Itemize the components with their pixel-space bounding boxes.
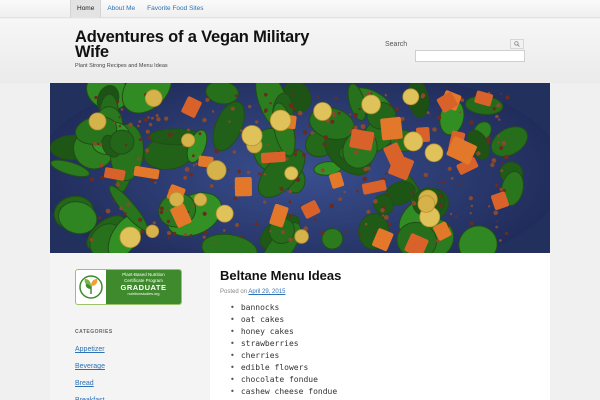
main-content: Plant-Based Nutrition Certificate Progra… bbox=[50, 253, 550, 400]
plant-icon bbox=[79, 275, 103, 299]
search-button[interactable] bbox=[510, 39, 524, 49]
categories-heading: CATEGORIES bbox=[75, 329, 113, 335]
badge-url: nutritionstudies.org bbox=[127, 292, 160, 296]
list-item: edible flowers bbox=[230, 362, 337, 374]
list-item: honey cakes bbox=[230, 326, 337, 338]
site-title[interactable]: Adventures of a Vegan Military Wife bbox=[75, 29, 335, 61]
list-item: bannocks bbox=[230, 302, 337, 314]
categories-list: AppetizerBeverageBreadBreakfast bbox=[75, 341, 105, 400]
search-icon bbox=[514, 41, 520, 47]
category-link-beverage[interactable]: Beverage bbox=[75, 358, 105, 375]
posted-on-label: Posted on bbox=[220, 289, 248, 295]
nav-menu: Home About Me Favorite Food Sites bbox=[70, 0, 210, 18]
site-tagline: Plant Strong Recipes and Menu Ideas bbox=[75, 63, 168, 69]
category-link-appetizer[interactable]: Appetizer bbox=[75, 341, 105, 358]
nav-item-favorite-food-sites[interactable]: Favorite Food Sites bbox=[141, 0, 209, 18]
nav-item-about-me[interactable]: About Me bbox=[101, 0, 141, 18]
list-item: oat cakes bbox=[230, 314, 337, 326]
menu-item-list: bannocksoat cakeshoney cakesstrawberries… bbox=[230, 302, 337, 398]
post-date-link[interactable]: April 29, 2015 bbox=[248, 289, 285, 295]
badge-graduate: GRADUATE bbox=[120, 283, 167, 292]
certificate-badge[interactable]: Plant-Based Nutrition Certificate Progra… bbox=[75, 269, 182, 305]
category-link-breakfast[interactable]: Breakfast bbox=[75, 392, 105, 400]
list-item: strawberries bbox=[230, 338, 337, 350]
top-navigation: Home About Me Favorite Food Sites bbox=[0, 0, 600, 18]
search-input[interactable] bbox=[415, 50, 525, 62]
header-image bbox=[50, 83, 550, 253]
post-title[interactable]: Beltane Menu Ideas bbox=[220, 268, 341, 283]
nav-item-home[interactable]: Home bbox=[70, 0, 102, 18]
post-meta: Posted on April 29, 2015 bbox=[220, 289, 285, 295]
search-label: Search bbox=[385, 41, 408, 48]
list-item: cashew cheese fondue bbox=[230, 386, 337, 398]
sidebar: Plant-Based Nutrition Certificate Progra… bbox=[50, 253, 210, 400]
category-link-bread[interactable]: Bread bbox=[75, 375, 105, 392]
site-header: Adventures of a Vegan Military Wife Plan… bbox=[0, 19, 600, 83]
list-item: chocolate fondue bbox=[230, 374, 337, 386]
list-item: cherries bbox=[230, 350, 337, 362]
